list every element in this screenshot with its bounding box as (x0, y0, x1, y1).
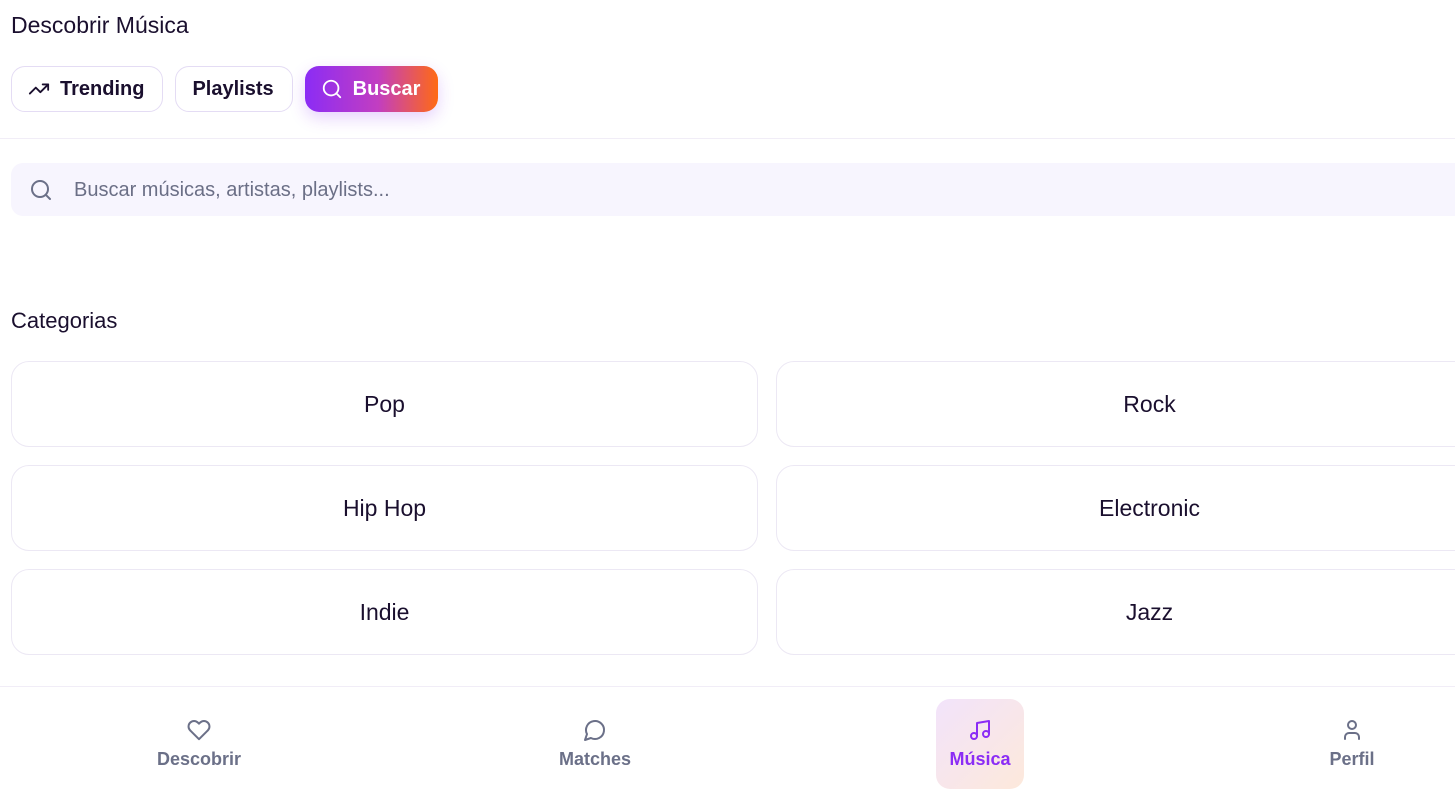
user-icon (1344, 720, 1360, 740)
nav-label-musica: Música (949, 749, 1011, 769)
categories-title: Categorias (11, 308, 118, 333)
category-card-pop[interactable]: Pop (11, 361, 758, 447)
nav-item-descobrir[interactable]: Descobrir (155, 699, 243, 789)
category-card-rock[interactable]: Rock (776, 361, 1455, 447)
tab-buscar[interactable]: Buscar (304, 66, 439, 112)
search-bar (11, 163, 1455, 218)
tab-bar: Trending Playlists Buscar (11, 66, 439, 112)
nav-item-matches[interactable]: Matches (551, 699, 639, 789)
search-icon (31, 180, 51, 200)
music-discovery-page: Descobrir Música Trending Playlists Busc… (0, 0, 1455, 796)
trending-up-icon (28, 83, 50, 95)
category-card-electronic[interactable]: Electronic (776, 465, 1455, 551)
search-icon (322, 79, 341, 99)
nav-label-matches: Matches (558, 749, 632, 769)
message-circle-icon (584, 720, 605, 741)
category-card-hip-hop[interactable]: Hip Hop (11, 465, 758, 551)
nav-item-perfil[interactable]: Perfil (1308, 699, 1396, 789)
tab-playlists-label: Playlists (192, 77, 274, 100)
nav-item-musica[interactable]: Música (936, 699, 1024, 789)
music-note-icon (970, 720, 990, 740)
tab-trending-label: Trending (60, 77, 145, 100)
bottom-nav: Descobrir Matches Música Perfil (0, 686, 1455, 796)
tab-buscar-label: Buscar (352, 77, 421, 100)
tab-playlists[interactable]: Playlists (175, 66, 293, 112)
page-title: Descobrir Música (11, 12, 189, 38)
tab-trending[interactable]: Trending (11, 66, 164, 112)
nav-label-perfil: Perfil (1329, 749, 1375, 769)
category-card-jazz[interactable]: Jazz (776, 569, 1455, 655)
heart-icon (187, 720, 211, 741)
header-divider (0, 138, 1455, 139)
categories-grid: Pop Rock Hip Hop Electronic Indie Jazz (11, 361, 1455, 655)
category-card-indie[interactable]: Indie (11, 569, 758, 655)
search-input[interactable] (72, 163, 1376, 218)
nav-label-descobrir: Descobrir (156, 749, 242, 769)
